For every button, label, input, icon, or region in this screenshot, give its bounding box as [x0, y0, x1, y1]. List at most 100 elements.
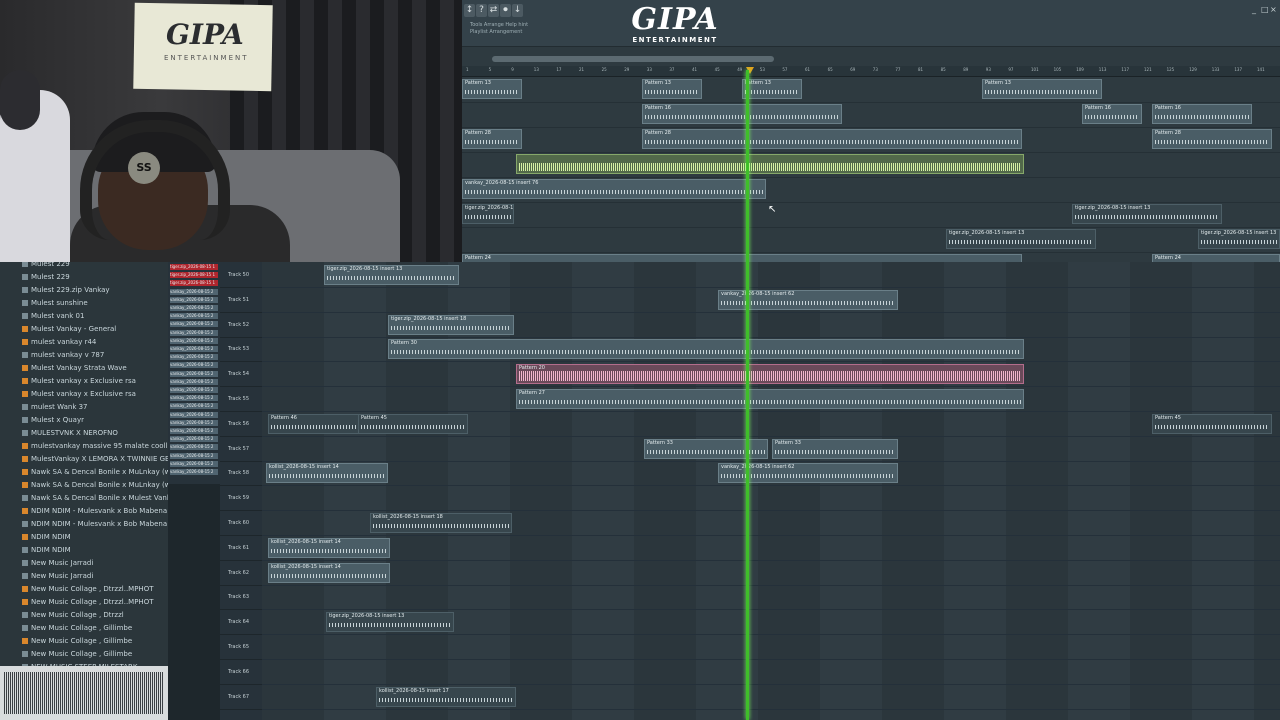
- track-header[interactable]: Track 60: [220, 510, 262, 536]
- close-icon[interactable]: ×: [1270, 6, 1278, 14]
- recent-file-tag[interactable]: vankay_2026-08-15 2: [170, 428, 218, 434]
- recent-file-tag[interactable]: vankay_2026-08-15 2: [170, 436, 218, 443]
- track-header[interactable]: Track 58: [220, 460, 262, 487]
- track-header[interactable]: Track 56: [220, 411, 262, 437]
- recent-file-tag[interactable]: vankay_2026-08-15 2: [170, 444, 218, 451]
- recent-file-tag[interactable]: vankay_2026-08-15 2: [170, 395, 218, 402]
- playlist-clip[interactable]: Pattern 16: [1152, 104, 1252, 124]
- timeline-ruler[interactable]: 1 5 9 13 17 21 25 29 33 37 41 45 49 53 57 61 65 69 73 77 81 8…: [462, 66, 1280, 77]
- playlist-clip[interactable]: tiger.zip_2026-08-15 insert 13: [946, 229, 1096, 249]
- playlist-clip[interactable]: vankay_2026-08-15 insert 62: [718, 463, 898, 484]
- browser-item[interactable]: Mulest 229: [22, 262, 70, 273]
- recent-file-tag[interactable]: vankay_2026-08-15 2: [170, 313, 218, 320]
- recent-file-tag[interactable]: vankay_2026-08-15 2: [170, 354, 218, 361]
- toolbar-button-1[interactable]: ?: [476, 4, 487, 17]
- track-header[interactable]: Track 55: [220, 386, 262, 412]
- recent-file-tag[interactable]: vankay_2026-08-15 2: [170, 337, 218, 344]
- playlist-clip[interactable]: kollist_2026-08-15 insert 14: [266, 463, 388, 484]
- browser-item[interactable]: Nawk SA & Dencal Bonile x Mulest Vankay: [22, 494, 168, 507]
- track-header[interactable]: Track 64: [220, 609, 262, 636]
- playlist-clip[interactable]: Pattern 28: [462, 129, 522, 149]
- playlist-clip[interactable]: tiger.zip_2026-08-15 insert 13: [1198, 229, 1280, 249]
- playlist-clip[interactable]: Pattern 30: [388, 339, 1024, 360]
- browser-item[interactable]: NDIM NDIM - Mulesvank x Bob Mabena x Nim…: [22, 507, 168, 520]
- toolbar-button-2[interactable]: ⇄: [488, 4, 499, 17]
- playlist-clip[interactable]: kollist_2026-08-15 insert 14: [268, 562, 390, 583]
- track-header[interactable]: Track 51: [220, 287, 262, 313]
- track-header[interactable]: Track 52: [220, 312, 262, 338]
- browser-item[interactable]: Mulest vankay x Exclusive rsa: [22, 390, 136, 403]
- recent-file-tag[interactable]: vankay_2026-08-15 2: [170, 403, 218, 410]
- playlist-clip[interactable]: Pattern 16: [1082, 104, 1142, 124]
- playlist-clip[interactable]: Pattern 28: [1152, 129, 1272, 149]
- browser-item[interactable]: MulestVankay X LEMORA X TWINNIE GEE: [22, 455, 168, 468]
- recent-file-tag[interactable]: vankay_2026-08-15 2: [170, 321, 218, 328]
- recent-file-tag[interactable]: vankay_2026-08-15 2: [170, 370, 218, 377]
- browser-item[interactable]: New Music Jarradi: [22, 572, 93, 585]
- playlist-clip[interactable]: tiger.zip_2026-08-15 insert 13: [462, 204, 514, 224]
- playlist-clip[interactable]: [516, 154, 1024, 174]
- browser-item[interactable]: Mulest vankay x Exclusive rsa: [22, 377, 136, 390]
- browser-item[interactable]: mulest vankay v 787: [22, 351, 104, 364]
- browser-item[interactable]: Mulest 229: [22, 273, 70, 286]
- toolbar-button-0[interactable]: ↕: [464, 4, 475, 17]
- track-header[interactable]: Track 54: [220, 361, 262, 388]
- toolbar-button-3[interactable]: ⏺: [500, 4, 511, 17]
- browser-item[interactable]: New Music Collage , Gillimbe: [22, 650, 132, 663]
- browser-item[interactable]: Mulest sunshine: [22, 299, 88, 312]
- playlist-clip[interactable]: Pattern 27: [516, 389, 1024, 409]
- recent-file-tag[interactable]: vankay_2026-08-15 2: [170, 378, 218, 385]
- browser-item[interactable]: mulestvankay massive 95 malate coolll: [22, 442, 168, 455]
- playlist-clip[interactable]: Pattern 45: [1152, 413, 1272, 434]
- browser-item[interactable]: NDIM NDIM: [22, 546, 71, 559]
- browser-item[interactable]: MULESTVNK X NEROFNO: [22, 429, 118, 442]
- browser-item[interactable]: New Music Collage , Gillimbe: [22, 624, 132, 637]
- track-header[interactable]: Track 67: [220, 684, 262, 710]
- browser-item[interactable]: New Music Collage , Dtrzzl: [22, 611, 124, 624]
- browser-item[interactable]: NDIM NDIM - Mulesvank x Bob Mabena x Nim…: [22, 520, 168, 533]
- recent-file-tag[interactable]: vankay_2026-08-15 2: [170, 296, 218, 303]
- track-header[interactable]: Track 63: [220, 584, 262, 611]
- playlist-clip[interactable]: Pattern 13: [742, 79, 802, 99]
- browser-item[interactable]: Mulest vank 01: [22, 312, 84, 325]
- recent-file-tag[interactable]: vankay_2026-08-15 2: [170, 469, 218, 475]
- playlist-clip[interactable]: Pattern 33: [644, 438, 768, 459]
- playlist-clip[interactable]: vankay_2026-08-15 insert 76: [462, 179, 766, 199]
- recent-file-tag[interactable]: vankay_2026-08-15 2: [170, 452, 218, 459]
- track-header[interactable]: Track 65: [220, 634, 262, 660]
- playhead[interactable]: [746, 70, 749, 720]
- recent-file-tag[interactable]: vankay_2026-08-15 2: [170, 460, 218, 467]
- browser-item[interactable]: mulest Wank 37: [22, 403, 88, 416]
- playlist-clip[interactable]: kollist_2026-08-15 insert 18: [370, 513, 512, 533]
- track-header[interactable]: Track 66: [220, 659, 262, 685]
- playlist-clip[interactable]: Pattern 28: [642, 129, 1022, 149]
- minimize-icon[interactable]: _: [1252, 6, 1260, 14]
- playlist-clip[interactable]: tiger.zip_2026-08-15 insert 13: [326, 612, 454, 633]
- recent-file-tag[interactable]: tiger.zip_2026-08-15 1: [170, 264, 218, 270]
- recent-file-tag[interactable]: vankay_2026-08-15 2: [170, 305, 218, 311]
- recent-file-tag[interactable]: vankay_2026-08-15 2: [170, 387, 218, 393]
- playlist-clip[interactable]: kollist_2026-08-15 insert 14: [268, 537, 390, 558]
- browser-item[interactable]: New Music Collage , Dtrzzl..MPHOT: [22, 598, 153, 611]
- recent-file-tag[interactable]: vankay_2026-08-15 2: [170, 419, 218, 426]
- browser-item[interactable]: mulest vankay r44: [22, 338, 96, 351]
- recent-file-tag[interactable]: tiger.zip_2026-08-15 1: [170, 280, 218, 287]
- playlist-clip[interactable]: Pattern 45: [358, 413, 468, 434]
- toolbar-button-4[interactable]: ↓: [512, 4, 523, 17]
- playlist-clip[interactable]: Pattern 13: [642, 79, 702, 99]
- playlist-clip[interactable]: kollist_2026-08-15 insert 17: [376, 686, 516, 707]
- playlist-clip[interactable]: Pattern 13: [982, 79, 1102, 99]
- browser-item[interactable]: New Music Collage , Dtrzzl..MPHOT: [22, 585, 153, 598]
- track-header[interactable]: Track 62: [220, 560, 262, 586]
- recent-file-tag[interactable]: vankay_2026-08-15 2: [170, 411, 218, 418]
- playlist-clip[interactable]: Pattern 20: [516, 364, 1024, 385]
- track-header[interactable]: Track 50: [220, 262, 262, 288]
- browser-item[interactable]: Mulest 229.zip Vankay: [22, 286, 110, 299]
- browser-item[interactable]: Mulest Vankay Strata Wave: [22, 364, 127, 377]
- maximize-icon[interactable]: □: [1261, 6, 1269, 14]
- playlist-clip[interactable]: Pattern 13: [462, 79, 522, 99]
- recent-file-tag[interactable]: vankay_2026-08-15 2: [170, 329, 218, 336]
- recent-file-tag[interactable]: vankay_2026-08-15 2: [170, 346, 218, 352]
- track-header[interactable]: Track 57: [220, 436, 262, 462]
- recent-file-tag[interactable]: vankay_2026-08-15 2: [170, 288, 218, 295]
